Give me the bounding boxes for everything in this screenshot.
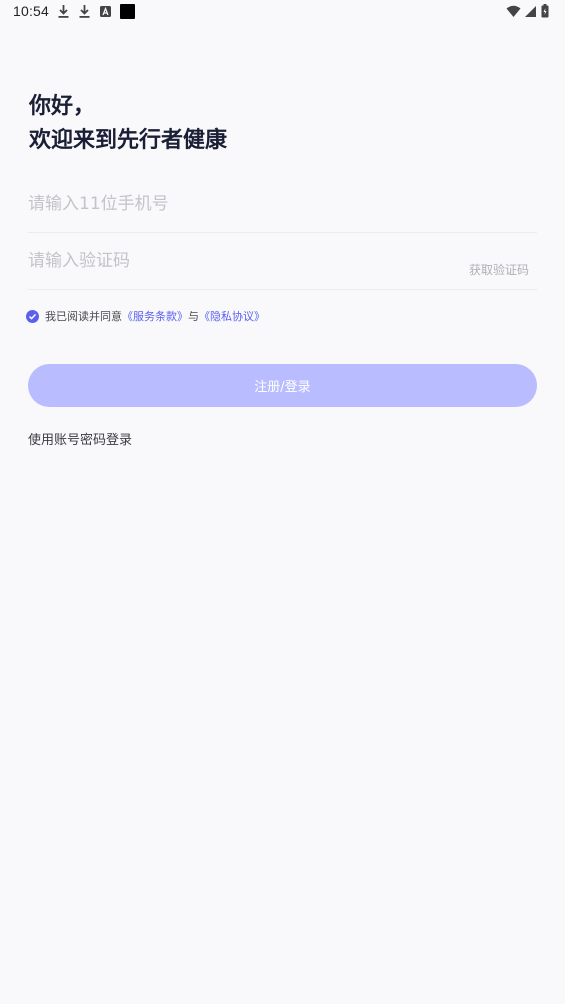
agreement-connector: 与 xyxy=(188,310,199,323)
privacy-link[interactable]: 《隐私协议》 xyxy=(199,308,265,324)
greeting-line-hello: 你好， xyxy=(29,94,96,119)
notification-icons xyxy=(57,4,135,19)
wifi-icon xyxy=(506,5,521,17)
system-icons xyxy=(506,4,549,18)
download-icon xyxy=(58,5,69,18)
status-bar: 10:54 xyxy=(0,0,565,24)
agreement-row: 我已阅读并同意 《服务条款》 与 《隐私协议》 xyxy=(26,308,265,324)
register-login-label: 注册/登录 xyxy=(254,380,311,395)
code-field: 获取验证码 xyxy=(28,233,537,290)
signal-icon xyxy=(525,5,536,17)
login-screen: 10:54 你好， 欢迎来到先行者健康 请输入11位手机号 请输入验证码 获取验… xyxy=(0,0,565,1004)
phone-input[interactable] xyxy=(28,186,428,222)
status-time: 10:54 xyxy=(13,3,50,19)
greeting-line-welcome: 欢迎来到先行者健康 xyxy=(29,128,228,153)
a-letter-icon xyxy=(100,6,111,17)
greeting-title: 你好， 欢迎来到先行者健康 xyxy=(29,90,227,158)
terms-link[interactable]: 《服务条款》 xyxy=(122,308,188,324)
check-icon xyxy=(28,313,37,320)
verification-code-input[interactable] xyxy=(28,243,428,279)
agreement-checkbox[interactable] xyxy=(26,309,39,323)
black-square-icon xyxy=(120,4,135,19)
agreement-prefix: 我已阅读并同意 xyxy=(45,310,122,323)
battery-icon xyxy=(541,4,549,18)
password-login-link[interactable]: 使用账号密码登录 xyxy=(28,429,132,448)
phone-field xyxy=(28,176,537,233)
register-login-button[interactable]: 注册/登录 xyxy=(28,364,537,407)
download-icon xyxy=(79,5,90,18)
get-code-button[interactable]: 获取验证码 xyxy=(469,261,529,278)
